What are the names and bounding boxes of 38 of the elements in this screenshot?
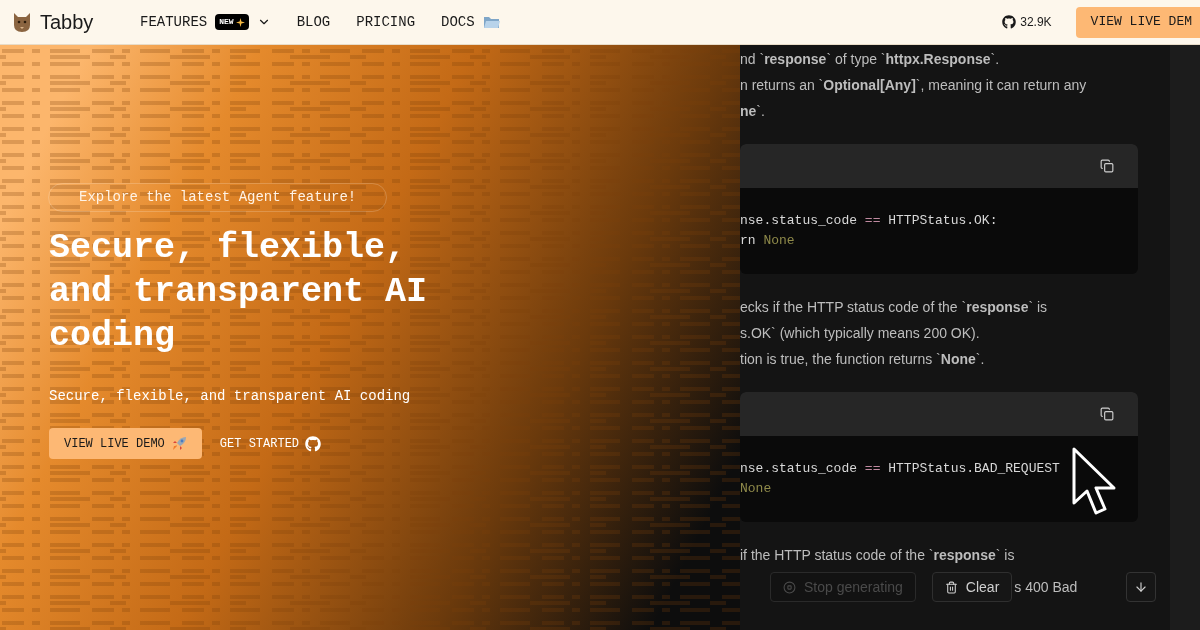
- cat-logo-icon: [12, 11, 32, 33]
- nav-link[interactable]: PRICING: [356, 11, 416, 33]
- chat-text-line: s.OK` (which typically means 200 OK).: [740, 324, 981, 342]
- code-line: nse.status_code == HTTPStatus.OK:: [740, 212, 999, 230]
- scroll-down-button[interactable]: [1126, 572, 1156, 602]
- nav-link[interactable]: DOCS: [441, 11, 501, 33]
- arrow-down-icon: [1134, 580, 1148, 594]
- chat-text-line: n returns an `Optional[Any]`, meaning it can return any: [740, 76, 1088, 94]
- github-icon: [305, 435, 322, 452]
- get-started-button[interactable]: GET STARTED: [219, 428, 322, 459]
- github-icon[interactable]: [1002, 15, 1017, 29]
- folder-icon: [482, 15, 501, 29]
- code-line: nse.status_code == HTTPStatus.BAD_REQUEST: [740, 460, 1061, 478]
- mouse-cursor-icon: [1072, 447, 1118, 517]
- trash-icon: [944, 580, 958, 594]
- code-line: None: [740, 480, 773, 498]
- chat-text-line: if the HTTP status code of the `response` is: [740, 546, 1016, 564]
- brand-name[interactable]: Tabby: [40, 7, 94, 37]
- hero-title: Secure, flexible, and transparent AI coding: [49, 227, 429, 358]
- nav-link[interactable]: FEATURES NEW: [140, 11, 271, 33]
- sparkle-icon: [235, 17, 245, 27]
- clear-button[interactable]: Clear: [931, 572, 1013, 602]
- view-demo-button[interactable]: VIEW LIVE DEM: [1075, 6, 1200, 38]
- nav-link[interactable]: BLOG: [296, 11, 331, 33]
- chat-text-line: nd `response` of type `httpx.Response`.: [740, 50, 1001, 68]
- star-count: 32.9K: [1020, 14, 1052, 31]
- copy-icon[interactable]: [1100, 407, 1114, 421]
- code-line: rn None: [740, 232, 796, 250]
- new-badge: NEW: [215, 14, 249, 30]
- live-demo-button[interactable]: VIEW LIVE DEMO: [49, 428, 202, 459]
- rocket-icon: [170, 435, 187, 452]
- chat-text-line: s 400 Bad: [1014, 577, 1078, 597]
- chat-text-line: tion is true, the function returns `None`.: [740, 350, 986, 368]
- chat-text-line: ne`.: [740, 102, 766, 120]
- chat-text-line: ecks if the HTTP status code of the `response` is: [740, 298, 1049, 316]
- stop-icon: [783, 580, 796, 594]
- copy-icon[interactable]: [1100, 159, 1114, 173]
- hero-subtitle: Secure, flexible, and transparent AI coding: [49, 387, 411, 406]
